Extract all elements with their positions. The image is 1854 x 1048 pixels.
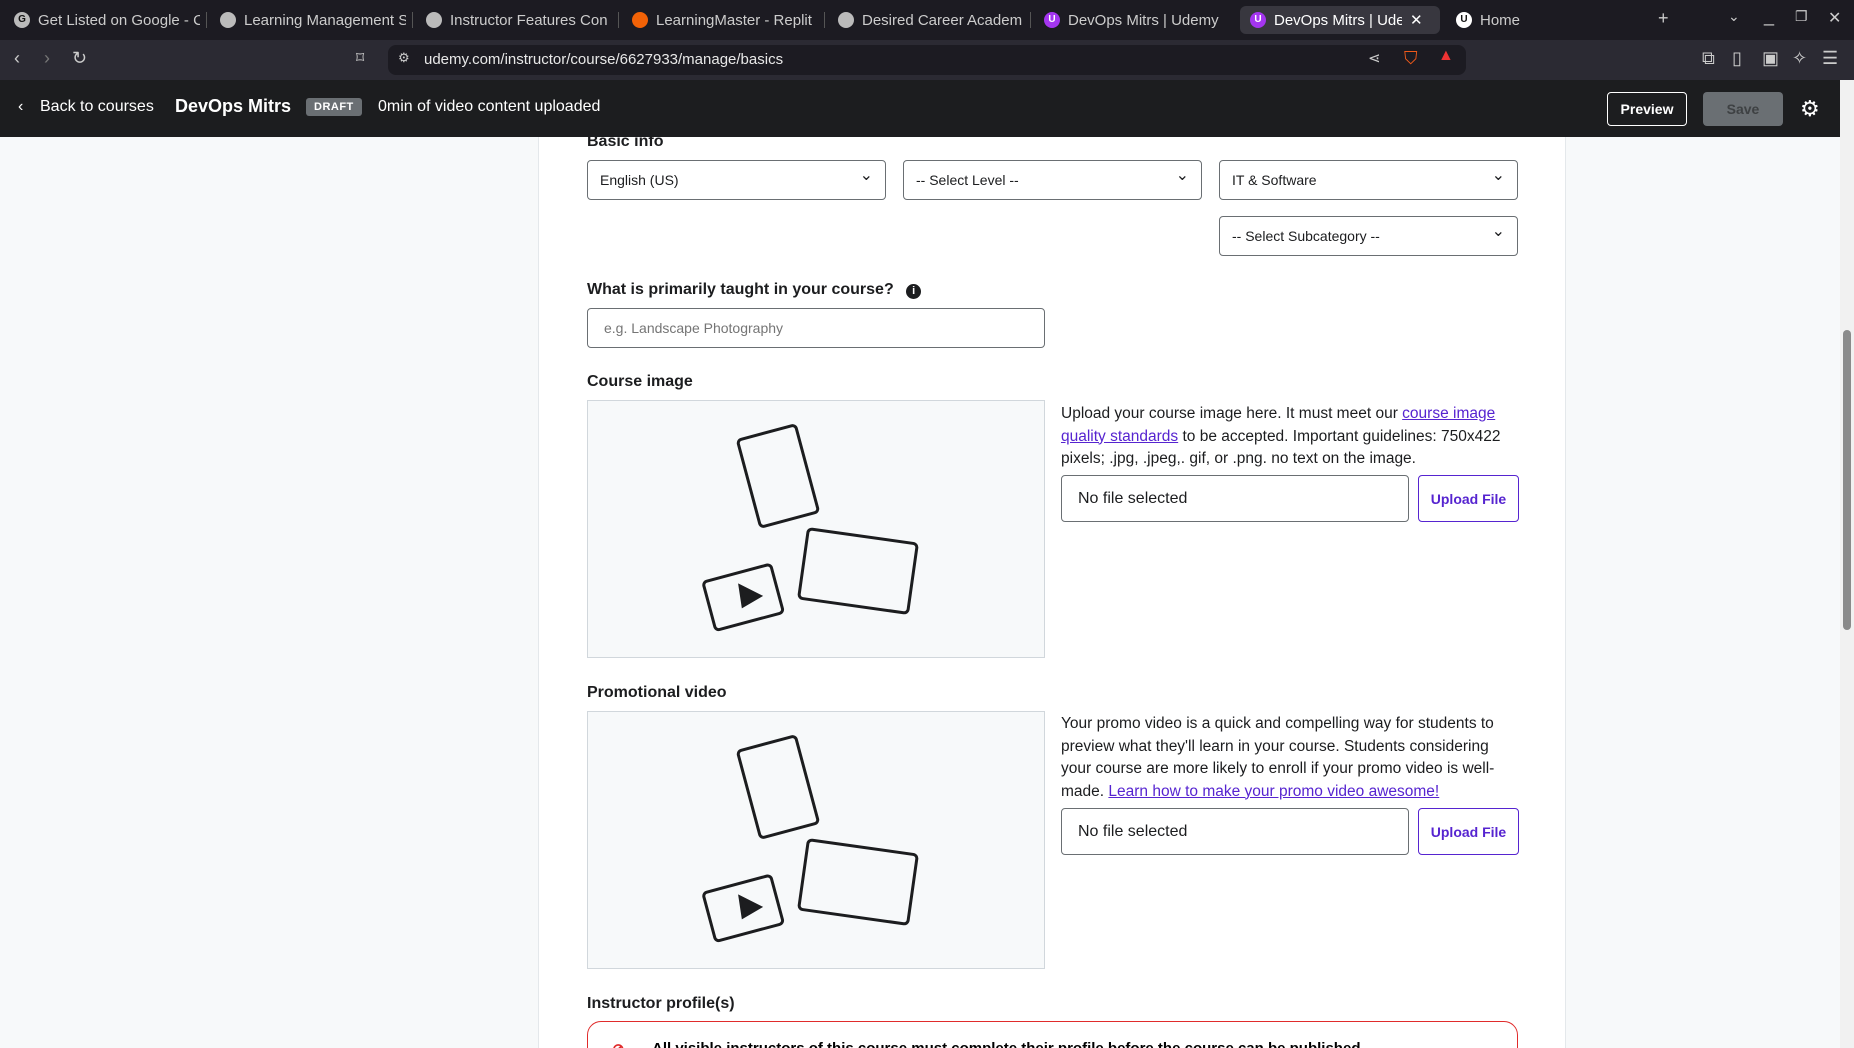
scrollbar[interactable] [1840, 80, 1854, 1048]
tab-list-icon[interactable]: ⌄ [1728, 8, 1740, 25]
restore-icon[interactable]: ❐ [1795, 8, 1808, 25]
browser-tab[interactable]: Desired Career Academ [828, 6, 1024, 34]
promo-video-placeholder [587, 711, 1045, 969]
course-image-file-field[interactable]: No file selected [1061, 475, 1409, 522]
taught-topic-input[interactable] [587, 308, 1045, 348]
video-illustration-icon [702, 735, 919, 943]
udemy-icon: U [1044, 12, 1060, 28]
close-window-icon[interactable]: ✕ [1828, 8, 1841, 28]
bookmark-icon[interactable]: ⌑ [356, 48, 364, 68]
close-tab-icon[interactable]: ✕ [1410, 11, 1423, 29]
url-bar[interactable]: udemy.com/instructor/course/6627933/mana… [388, 45, 1466, 75]
language-select[interactable]: English (US) [587, 157, 886, 200]
info-icon[interactable]: i [906, 284, 922, 299]
course-header: ‹ Back to courses DevOps Mitrs DRAFT 0mi… [0, 80, 1854, 137]
back-to-courses-link[interactable]: Back to courses [40, 98, 154, 116]
taught-label: What is primarily taught in your course?… [587, 281, 922, 299]
share-icon[interactable]: ⋖ [1368, 49, 1381, 67]
upload-image-button[interactable]: Upload File [1418, 475, 1519, 522]
sidebar-icon[interactable]: ▯ [1732, 48, 1742, 69]
browser-tab[interactable]: U DevOps Mitrs | Udemy [1034, 6, 1230, 34]
brave-rewards-icon[interactable]: ▲ [1438, 47, 1454, 65]
course-image-description: Upload your course image here. It must m… [1061, 405, 1501, 467]
site-settings-icon[interactable]: ⚙ [398, 50, 410, 66]
menu-icon[interactable]: ☰ [1822, 48, 1838, 69]
upload-video-button[interactable]: Upload File [1418, 808, 1519, 855]
error-icon: ⊘ [612, 1040, 625, 1048]
main-content: Basic info English (US) -- Select Level … [0, 137, 1840, 1048]
preview-button[interactable]: Preview [1607, 92, 1687, 126]
browser-tab[interactable]: U Home [1446, 6, 1596, 34]
promo-video-file-field[interactable]: No file selected [1061, 808, 1409, 855]
instructor-profiles-label: Instructor profile(s) [587, 995, 735, 1012]
save-button[interactable]: Save [1703, 92, 1783, 126]
browser-tab[interactable]: LearningMaster - Replit [622, 6, 818, 34]
promo-video-description: Your promo video is a quick and compelli… [1061, 715, 1495, 800]
wallet-icon[interactable]: ▣ [1762, 48, 1779, 69]
replit-icon [632, 12, 648, 28]
udemy-icon: U [1250, 12, 1266, 28]
minimize-icon[interactable]: _ [1764, 6, 1774, 27]
browser-tab[interactable]: G Get Listed on Google - C [4, 6, 200, 34]
browser-tab-bar: G Get Listed on Google - C Learning Manag… [0, 0, 1854, 40]
status-badge: DRAFT [306, 98, 362, 116]
promo-video-label: Promotional video [587, 684, 727, 701]
forward-icon[interactable]: › [44, 48, 50, 69]
course-landing-panel: Basic info English (US) -- Select Level … [538, 137, 1566, 1048]
extensions-icon[interactable]: ⧉ [1702, 48, 1715, 69]
course-image-label: Course image [587, 373, 693, 390]
browser-tab-active[interactable]: UDevOps Mitrs | Udemy✕ [1240, 6, 1440, 34]
scrollbar-thumb[interactable] [1843, 330, 1851, 630]
browser-tab[interactable]: Instructor Features Con [416, 6, 612, 34]
promo-video-help-link[interactable]: Learn how to make your promo video aweso… [1108, 783, 1439, 800]
video-content-status: 0min of video content uploaded [378, 98, 601, 115]
basic-info-label: Basic info [587, 137, 664, 150]
globe-icon [838, 12, 854, 28]
back-chevron-icon[interactable]: ‹ [18, 98, 23, 116]
instructor-profile-alert: ⊘All visible instructors of this course … [587, 1021, 1518, 1048]
google-icon: G [14, 12, 30, 28]
reload-icon[interactable]: ↻ [72, 48, 87, 69]
udemy-icon: U [1456, 12, 1472, 28]
course-title: DevOps Mitrs [175, 96, 292, 116]
settings-gear-icon[interactable]: ⚙ [1800, 96, 1820, 122]
openai-icon [426, 12, 442, 28]
course-illustration-icon [702, 424, 919, 632]
new-tab-icon[interactable]: + [1658, 8, 1669, 29]
course-image-placeholder [587, 400, 1045, 658]
brave-shield-icon[interactable]: ⛉ [1404, 48, 1418, 69]
category-select[interactable]: IT & Software [1219, 157, 1518, 200]
subcategory-select[interactable]: -- Select Subcategory -- [1219, 213, 1518, 256]
back-icon[interactable]: ‹ [14, 48, 20, 69]
level-select[interactable]: -- Select Level -- [903, 157, 1202, 200]
leo-ai-icon[interactable]: ✧ [1792, 48, 1807, 69]
browser-tab[interactable]: Learning Management S [210, 6, 406, 34]
openai-icon [220, 12, 236, 28]
